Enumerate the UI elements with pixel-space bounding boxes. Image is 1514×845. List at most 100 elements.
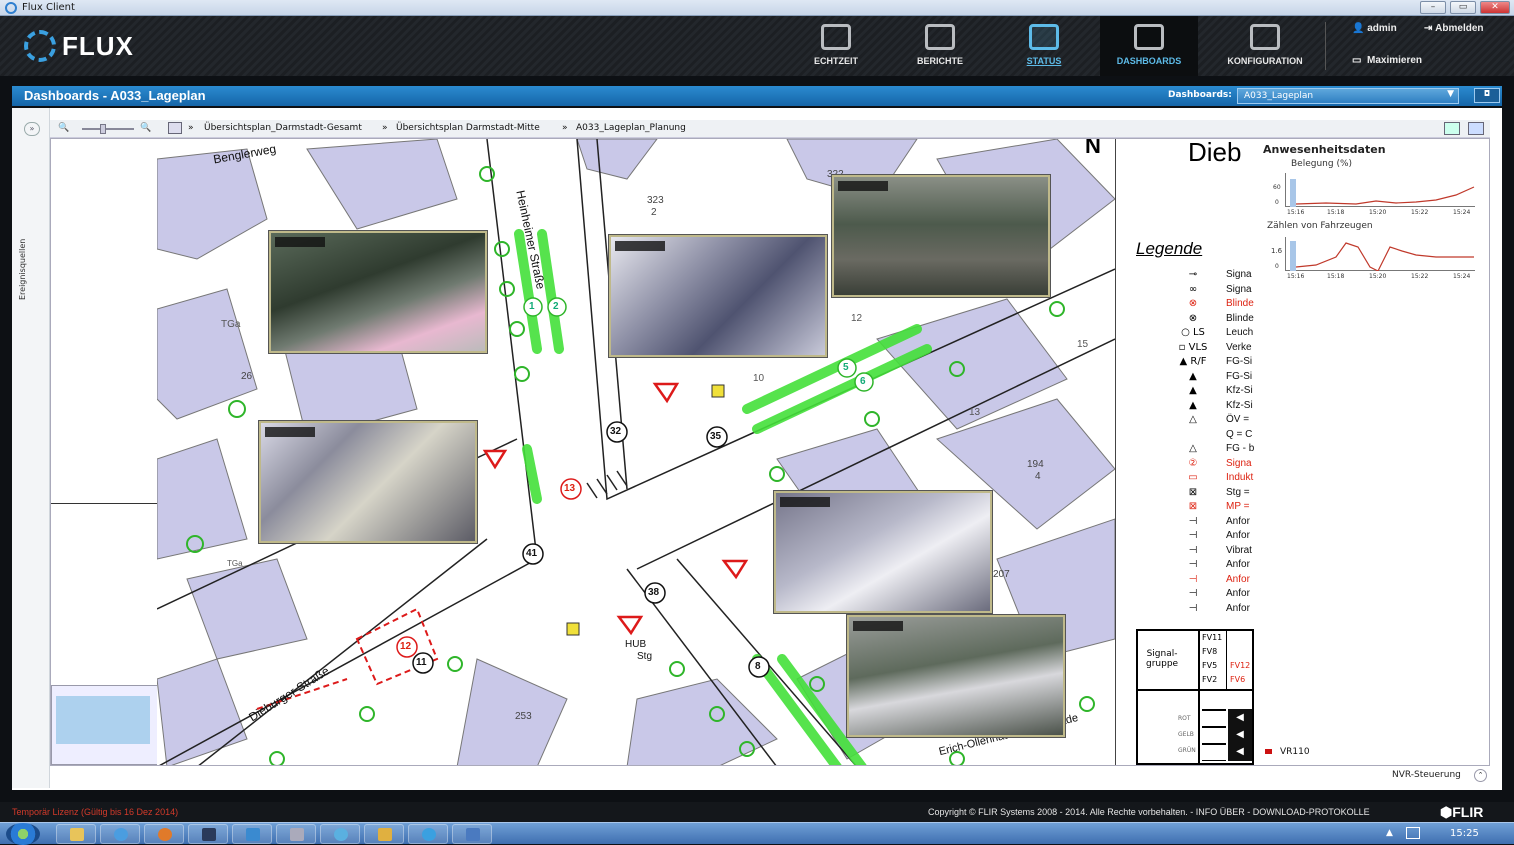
taskbar-app[interactable] [276,824,316,844]
flux-logo: FLUX [24,28,134,64]
breadcrumb-item[interactable]: A033_Lageplan_Planung [576,123,686,133]
occupancy-xaxis: 15:16 15:18 15:20 15:22 15:24 [1285,209,1475,217]
marker-number[interactable]: 12 [400,641,411,652]
marker-number[interactable]: 41 [526,548,537,559]
folder-icon [70,828,84,841]
logout-button[interactable]: ⇥ Abmelden [1424,23,1484,34]
event-sources-sidebar: » Ereignisquellen [12,108,50,788]
legend-symbol-icon: △ [1189,443,1197,454]
nav-label: BERICHTE [916,56,963,66]
marker-number[interactable]: 8 [755,661,761,672]
site-plan-map[interactable]: N Benglerweg Heinheimer Straße Dieburger… [156,139,1116,765]
user-name: admin [1367,23,1397,34]
taskbar-firefox[interactable] [144,824,184,844]
user-menu[interactable]: 👤 admin [1352,23,1397,34]
tray-arrow-icon[interactable]: ▲ [1386,828,1393,838]
legend-symbol-icon: ▭ [1188,472,1198,483]
camera-view[interactable] [259,421,477,543]
marker-number[interactable]: 2 [553,301,559,312]
legend-row-label: Anfor [1226,559,1250,570]
nav-konfiguration[interactable]: KONFIGURATION [1212,16,1318,76]
taskbar-ie[interactable] [100,824,140,844]
marker-number[interactable]: 38 [648,587,659,598]
x-tick: 15:16 [1287,273,1305,280]
chevron-up-icon[interactable]: ⌃ [1474,769,1487,782]
marker-number[interactable]: 32 [610,426,621,437]
traffic-light-icon [1202,709,1226,761]
copyright-links[interactable]: Copyright © FLIR Systems 2008 - 2014. Al… [928,807,1370,817]
legend-symbol-icon: ▲ R/F [1179,356,1207,367]
taskbar-explorer[interactable] [56,824,96,844]
zoom-slider-handle[interactable] [100,124,106,134]
nvr-control[interactable]: NVR-Steuerung ⌃ [1392,769,1487,782]
legend-row-label: Vibrat [1226,544,1252,556]
legend-row-label: Signa [1226,269,1252,280]
marker-number[interactable]: 6 [860,376,866,387]
sidebar-label: Ereignisquellen [18,238,27,300]
expand-sidebar-button[interactable]: » [24,122,40,136]
taskbar-app[interactable] [364,824,404,844]
legend-panel: Dieb Legende ⊸ Signa ∞ Signa ⊗ Blinde ⊗ Blinde ○… [1115,139,1255,765]
export-icon[interactable] [1468,122,1484,135]
camera-view[interactable] [609,235,827,357]
nav-status[interactable]: STATUS [1008,16,1080,76]
minimize-button[interactable]: – [1420,1,1446,14]
x-tick: 15:22 [1411,273,1429,280]
flir-logo: ⬢FLIR [1440,804,1484,820]
count-ymax: 1.6 [1271,247,1283,255]
occupancy-label: Belegung (%) [1291,159,1353,169]
breadcrumb-item[interactable]: Übersichtsplan Darmstadt-Mitte [396,123,540,133]
camera-view[interactable] [832,175,1050,297]
area-label: 26 [241,371,253,382]
legend-row-label: MP = [1226,501,1250,512]
legend-symbol-icon: ⊗ [1188,312,1198,324]
tray-network-icon[interactable] [1406,827,1420,839]
parcel-number: 2 [651,207,657,218]
vehicle-count-label: Zählen von Fahrzeugen [1267,221,1373,231]
marker-number[interactable]: 11 [416,657,427,668]
map-canvas: N Benglerweg Heinheimer Straße Dieburger… [50,138,1490,766]
taskbar-app[interactable] [452,824,492,844]
marker-number[interactable]: 35 [710,431,721,442]
camera-view[interactable] [269,231,487,353]
zoom-slider[interactable] [82,124,134,134]
dashboard-select[interactable]: A033_Lageplan ▼ [1237,88,1459,104]
legend-row-label: Signa [1226,283,1252,295]
camera-view[interactable] [847,615,1065,737]
zoom-out-icon[interactable]: 🔍 [58,123,69,133]
series-swatch [1265,749,1272,754]
taskbar-clock[interactable]: 15:25 [1450,828,1479,839]
nav-echtzeit[interactable]: ECHTZEIT [800,16,872,76]
breadcrumb-item[interactable]: Übersichtsplan_Darmstadt-Gesamt [204,123,362,133]
window-toggle-icon[interactable]: ◘ [1474,88,1500,103]
nav-dashboards[interactable]: DASHBOARDS [1100,16,1198,76]
maximize-button[interactable]: ▭ Maximieren [1352,55,1422,66]
nav-berichte[interactable]: BERICHTE [904,16,976,76]
light-label: GRÜN [1178,747,1196,754]
restore-button[interactable]: ▭ [1450,1,1476,14]
taskbar-app[interactable] [188,824,228,844]
marker-number[interactable]: 1 [529,301,535,312]
fullscreen-icon[interactable] [1444,122,1460,135]
signal-group-header: Signal- gruppe [1146,649,1179,669]
start-button[interactable] [6,823,40,845]
legend-row-label: Anfor [1226,515,1250,527]
marker-number[interactable]: 5 [843,362,849,373]
legend-row-label: Anfor [1226,588,1250,599]
zoom-in-icon[interactable]: 🔍 [140,123,151,133]
dashboard-icon [1134,24,1164,50]
map-home-icon[interactable] [168,122,182,134]
x-tick: 15:22 [1411,209,1429,216]
signal-group: FV8 [1202,647,1218,656]
signal-group: FV5 [1202,661,1218,670]
taskbar-app[interactable] [320,824,360,844]
taskbar-app[interactable] [232,824,272,844]
legend-symbol-icon: ⊣ [1188,530,1198,541]
signal-group: FV6 [1230,675,1246,684]
taskbar-flux[interactable] [408,824,448,844]
network-icon [290,828,304,841]
camera-view[interactable] [774,491,992,613]
close-button[interactable]: ✕ [1480,1,1510,14]
maximize-label: Maximieren [1367,55,1423,66]
marker-number[interactable]: 13 [564,483,575,494]
